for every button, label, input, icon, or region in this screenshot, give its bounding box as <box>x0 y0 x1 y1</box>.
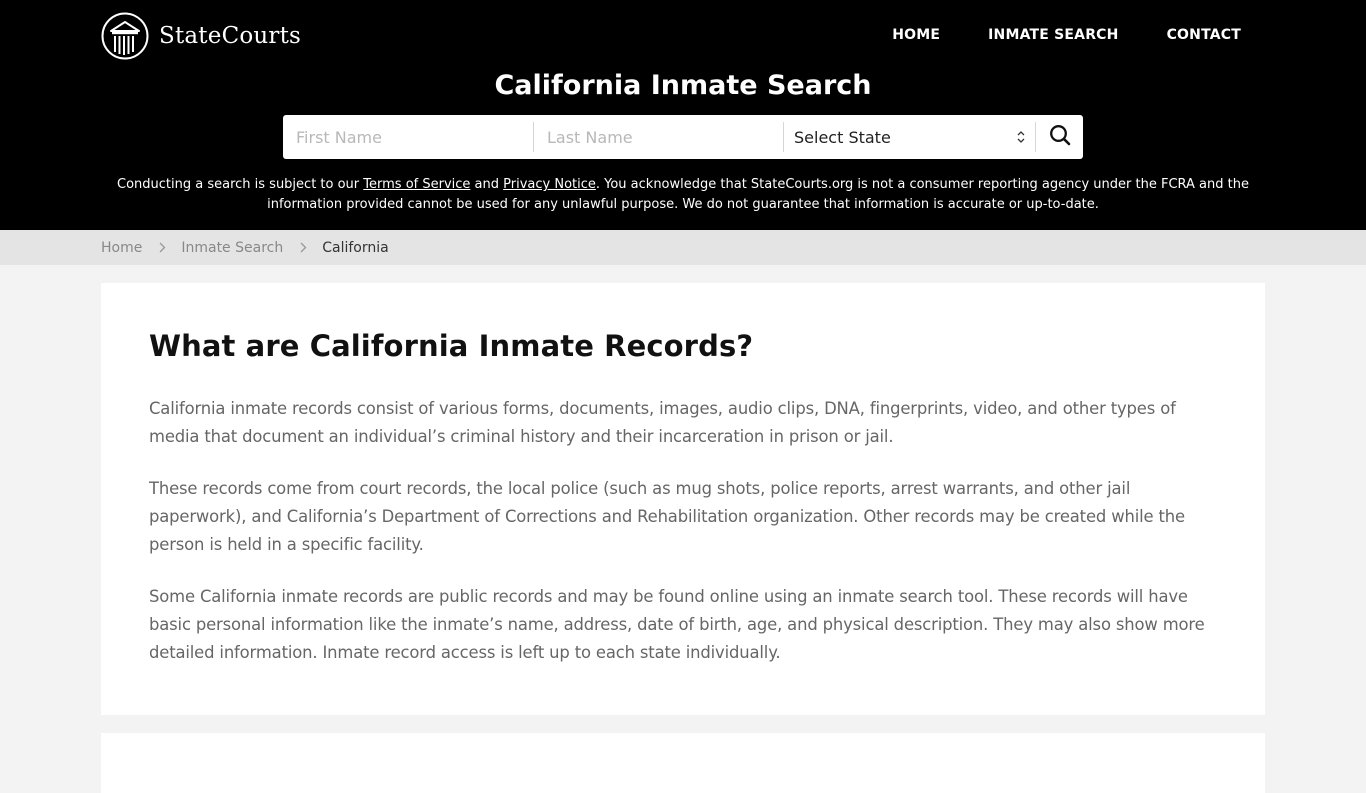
disclaimer-text: information provided cannot be used for … <box>267 197 1099 212</box>
state-select[interactable]: Select State <box>784 122 1035 152</box>
terms-of-service-link[interactable]: Terms of Service <box>363 177 470 192</box>
article-card: What are California Inmate Records? Cali… <box>101 283 1265 715</box>
courthouse-columns-icon <box>101 12 149 60</box>
search-form: Select State <box>283 115 1083 159</box>
disclaimer-text: Conducting a search is subject to our <box>117 177 364 192</box>
search-icon <box>1049 124 1071 150</box>
search-disclaimer: Conducting a search is subject to our Te… <box>0 175 1366 215</box>
breadcrumb-home[interactable]: Home <box>101 240 142 256</box>
article-paragraph: Some California inmate records are publi… <box>149 587 1205 662</box>
article-body: California inmate records consist of var… <box>149 395 1224 691</box>
article-heading: What are California Inmate Records? <box>149 329 754 363</box>
breadcrumb-bar: Home Inmate Search California <box>0 230 1366 265</box>
nav-inmate-search[interactable]: INMATE SEARCH <box>988 27 1118 43</box>
breadcrumb-inmate-search[interactable]: Inmate Search <box>181 240 283 256</box>
main-nav: HOME INMATE SEARCH CONTACT <box>844 27 1241 43</box>
breadcrumb: Home Inmate Search California <box>101 230 389 265</box>
next-section-card <box>101 733 1265 793</box>
first-name-input[interactable] <box>283 122 533 152</box>
article-paragraph: These records come from court records, t… <box>149 479 1185 554</box>
chevron-right-icon <box>300 242 307 253</box>
disclaimer-text: . You acknowledge that StateCourts.org i… <box>595 177 1249 192</box>
search-button[interactable] <box>1036 115 1083 159</box>
brand-name: StateCourts <box>159 23 302 49</box>
state-select-value: Select State <box>794 127 891 147</box>
breadcrumb-current: California <box>322 239 389 256</box>
site-header: StateCourts HOME INMATE SEARCH CONTACT C… <box>0 0 1366 230</box>
nav-contact[interactable]: CONTACT <box>1167 27 1241 43</box>
chevron-right-icon <box>159 242 166 253</box>
article-paragraph: California inmate records consist of var… <box>149 399 1176 446</box>
nav-home[interactable]: HOME <box>892 27 940 43</box>
select-updown-icon <box>1017 130 1025 144</box>
privacy-notice-link[interactable]: Privacy Notice <box>503 177 596 192</box>
last-name-input[interactable] <box>534 122 783 152</box>
disclaimer-text: and <box>470 177 504 192</box>
page-title: California Inmate Search <box>494 70 872 101</box>
logo-link[interactable]: StateCourts <box>101 12 301 60</box>
